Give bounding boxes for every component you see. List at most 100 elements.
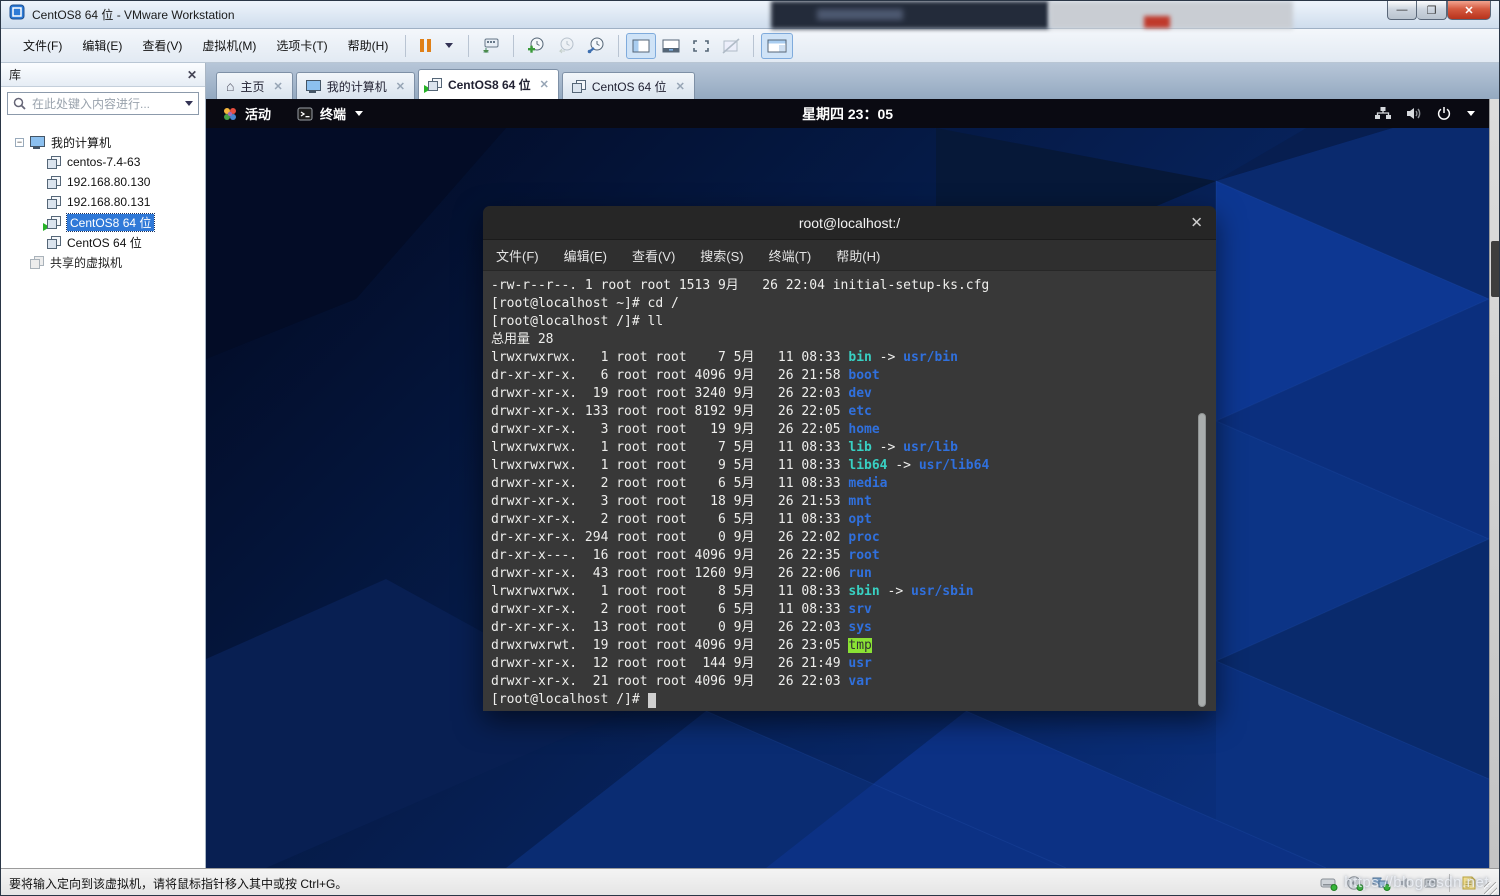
activities-label: 活动 — [245, 104, 271, 123]
terminal-menu-item[interactable]: 文件(F) — [496, 246, 539, 265]
tab-home[interactable]: ⌂主页✕ — [216, 72, 293, 99]
tree-item-shared-vms[interactable]: 共享的虚拟机 — [1, 252, 205, 272]
tab-close-icon[interactable]: ✕ — [676, 80, 685, 93]
hard-disk-device[interactable] — [1319, 875, 1338, 891]
close-button[interactable]: ✕ — [1447, 1, 1491, 20]
vmware-app-icon — [9, 4, 25, 25]
cd-dvd-device[interactable] — [1345, 875, 1364, 891]
system-status-area[interactable] — [1374, 106, 1475, 121]
activities-button[interactable]: 活动 — [222, 104, 271, 123]
menubar-item[interactable]: 虚拟机(M) — [192, 33, 266, 58]
terminal-line: drwxr-xr-x. 2 root root 6 5月 11 08:33 sr… — [491, 601, 1216, 619]
tree-item-my-computer[interactable]: −我的计算机 — [1, 132, 205, 152]
tree-label: 共享的虚拟机 — [50, 254, 122, 271]
tree-item-vm[interactable]: 192.168.80.131 — [1, 192, 205, 212]
volume-icon — [1405, 106, 1423, 121]
tab-close-icon[interactable]: ✕ — [540, 78, 549, 91]
terminal-scrollbar-thumb[interactable] — [1198, 413, 1206, 707]
toolbar-separator — [405, 35, 406, 57]
tab-centos8-64[interactable]: CentOS8 64 位✕ — [418, 69, 559, 99]
vm-icon — [47, 156, 61, 169]
menubar-item[interactable]: 查看(V) — [132, 33, 192, 58]
tree-item-vm[interactable]: 192.168.80.130 — [1, 172, 205, 192]
terminal-title: root@localhost:/ — [799, 215, 900, 231]
network-adapter-device[interactable] — [1371, 875, 1391, 891]
vm-scrollbar-thumb[interactable] — [1491, 241, 1500, 297]
maximize-button[interactable]: ❐ — [1417, 1, 1447, 20]
shared-vm-icon — [30, 256, 44, 269]
show-library-toggle[interactable] — [626, 33, 656, 59]
tab-close-icon[interactable]: ✕ — [273, 80, 282, 93]
tab-centos-64[interactable]: CentOS 64 位✕ — [562, 72, 695, 99]
menubar-item[interactable]: 选项卡(T) — [266, 33, 337, 58]
app-menu-button[interactable]: 终端 — [297, 104, 363, 123]
fullscreen-button[interactable] — [686, 33, 716, 59]
tab-close-icon[interactable]: ✕ — [396, 80, 405, 93]
take-snapshot-button[interactable] — [521, 33, 551, 59]
network-icon — [1374, 106, 1392, 121]
menubar-item[interactable]: 文件(F) — [13, 33, 72, 58]
revert-snapshot-button[interactable] — [551, 33, 581, 59]
tree-item-vm[interactable]: CentOS 64 位 — [1, 232, 205, 252]
terminal-text: drwxr-xr-x. 43 root root 1260 9月 26 22:0… — [491, 566, 848, 581]
message-log[interactable] — [1460, 875, 1477, 891]
blurred-overlay-light — [1049, 1, 1293, 29]
terminal-text: drwxr-xr-x. 133 root root 8192 9月 26 22:… — [491, 404, 848, 419]
directory-name: sys — [848, 620, 871, 635]
sound-device[interactable] — [1398, 875, 1415, 891]
terminal-line: drwxr-xr-x. 12 root root 144 9月 26 21:49… — [491, 655, 1216, 673]
statusbar-separator — [1449, 874, 1450, 892]
expand-toggle-icon[interactable]: − — [15, 138, 24, 147]
minimize-button[interactable]: — — [1387, 1, 1417, 20]
terminal-line: 总用量 28 — [491, 331, 1216, 349]
terminal-line: drwxr-xr-x. 21 root root 4096 9月 26 22:0… — [491, 673, 1216, 691]
terminal-menu-item[interactable]: 终端(T) — [769, 246, 812, 265]
summary-view-toggle[interactable] — [761, 33, 793, 59]
pause-dropdown[interactable] — [437, 33, 461, 59]
vm-vertical-scrollbar[interactable] — [1489, 99, 1500, 868]
terminal-window[interactable]: root@localhost:/ ✕ 文件(F) 编辑(E) 查看(V) 搜索(S) 终… — [483, 206, 1216, 711]
pause-button[interactable] — [413, 33, 437, 59]
terminal-text: dr-xr-x---. 16 root root 4096 9月 26 22:3… — [491, 548, 848, 563]
menubar-item[interactable]: 编辑(E) — [72, 33, 132, 58]
search-dropdown-icon[interactable] — [185, 101, 193, 106]
terminal-text: drwxr-xr-x. 3 root root 18 9月 26 21:53 — [491, 494, 848, 509]
clock[interactable]: 星期四 23：05 — [802, 104, 893, 124]
search-input[interactable] — [30, 96, 181, 112]
unity-mode-button[interactable] — [716, 33, 746, 59]
directory-name: etc — [848, 404, 871, 419]
vm-display-row: 活动 终端 星期四 23：05 — [206, 99, 1499, 868]
menubar-item[interactable]: 帮助(H) — [338, 33, 399, 58]
vm-icon — [47, 216, 61, 229]
tab-label: 主页 — [240, 78, 264, 95]
terminal-menu-item[interactable]: 帮助(H) — [836, 246, 880, 265]
symlink-name: lib — [848, 440, 871, 455]
tree-item-vm[interactable]: CentOS8 64 位 — [1, 212, 205, 232]
terminal-close-icon[interactable]: ✕ — [1190, 215, 1203, 230]
terminal-menu-item[interactable]: 查看(V) — [632, 246, 675, 265]
library-title: 库 — [9, 66, 21, 83]
ctrl-alt-del-icon — [481, 37, 501, 55]
terminal-titlebar[interactable]: root@localhost:/ ✕ — [483, 206, 1216, 240]
resize-grip[interactable] — [1484, 882, 1497, 895]
library-sidebar: 库 ✕ −我的计算机centos-7.4-63192.168.80.130192… — [1, 63, 206, 868]
play-badge — [43, 223, 50, 231]
send-ctrl-alt-del-button[interactable] — [476, 33, 506, 59]
terminal-line: dr-xr-x---. 16 root root 4096 9月 26 22:3… — [491, 547, 1216, 565]
terminal-text: [root@localhost /]# — [491, 692, 648, 707]
tree-item-vm[interactable]: centos-7.4-63 — [1, 152, 205, 172]
tab-my-computer[interactable]: 我的计算机✕ — [296, 72, 415, 99]
play-badge — [424, 85, 431, 93]
status-bar: 要将输入定向到该虚拟机，请将鼠标指针移入其中或按 Ctrl+G。 https:/… — [1, 868, 1499, 896]
library-close-icon[interactable]: ✕ — [187, 68, 197, 82]
terminal-menu-item[interactable]: 搜索(S) — [700, 246, 743, 265]
terminal-screen[interactable]: -rw-r--r--. 1 root root 1513 9月 26 22:04… — [483, 271, 1216, 711]
vm-display[interactable]: 活动 终端 星期四 23：05 — [206, 99, 1489, 868]
terminal-menu-item[interactable]: 编辑(E) — [564, 246, 607, 265]
directory-name: home — [848, 422, 879, 437]
snapshot-manager-button[interactable] — [581, 33, 611, 59]
console-view-button[interactable] — [656, 33, 686, 59]
power-icon — [1436, 106, 1452, 121]
usb-device[interactable] — [1422, 875, 1439, 891]
terminal-text: -> — [872, 440, 903, 455]
